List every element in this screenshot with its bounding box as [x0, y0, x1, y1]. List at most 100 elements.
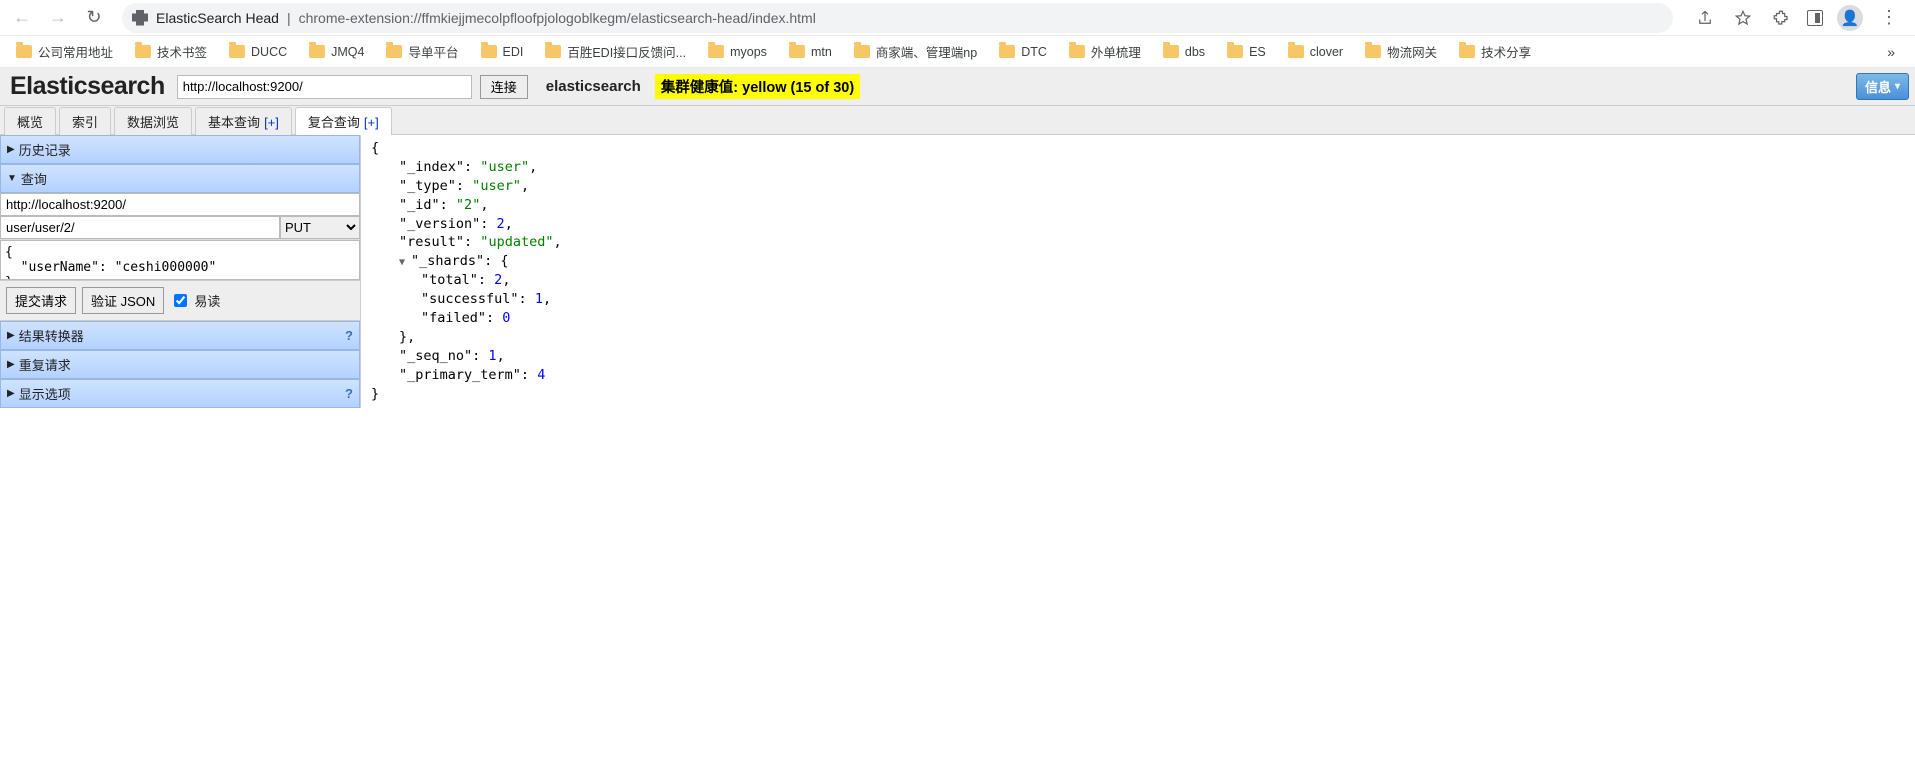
- result-primary-term: 4: [537, 367, 545, 383]
- folder-icon: [135, 45, 151, 58]
- repeat-request-head[interactable]: ▶ 重复请求: [0, 350, 360, 379]
- cluster-health: 集群健康值: yellow (15 of 30): [655, 74, 860, 99]
- bookmark[interactable]: 外单梳理: [1063, 38, 1147, 65]
- bookmark-label: JMQ4: [331, 45, 364, 59]
- tab-plus-icon[interactable]: [+]: [264, 115, 279, 130]
- result-transformer-head[interactable]: ▶ 结果转换器 ?: [0, 321, 360, 350]
- validate-json-button[interactable]: 验证 JSON: [82, 287, 164, 314]
- bookmark-label: 技术分享: [1481, 42, 1531, 61]
- bookmark-label: EDI: [503, 45, 524, 59]
- info-button-label: 信息: [1865, 77, 1891, 96]
- help-icon[interactable]: ?: [345, 386, 353, 401]
- more-bookmarks-icon[interactable]: »: [1877, 40, 1905, 64]
- folder-icon: [386, 45, 402, 58]
- result-version: 2: [497, 216, 505, 232]
- bookmark[interactable]: DUCC: [223, 41, 293, 63]
- bookmark[interactable]: 物流网关: [1359, 38, 1443, 65]
- folder-icon: [1069, 45, 1085, 58]
- bookmark[interactable]: myops: [702, 41, 773, 63]
- forward-icon[interactable]: →: [44, 4, 72, 32]
- bookmark-label: 物流网关: [1387, 42, 1437, 61]
- tab-label: 基本查询: [208, 115, 260, 130]
- bookmark[interactable]: JMQ4: [303, 41, 370, 63]
- result-result: updated: [488, 234, 545, 250]
- reload-icon[interactable]: ↻: [80, 4, 108, 32]
- es-tabs: 概览 索引 数据浏览 基本查询 [+] 复合查询[+]: [0, 106, 1915, 135]
- bookmark-label: 导单平台: [408, 42, 458, 61]
- bookmark-label: clover: [1310, 45, 1343, 59]
- pretty-label-text: 易读: [194, 291, 220, 310]
- http-method-select[interactable]: PUT: [280, 216, 360, 239]
- bookmark-label: 百胜EDI接口反馈问...: [567, 42, 686, 61]
- omnibox-url: chrome-extension://ffmkiejjmecolpfloofpj…: [299, 10, 816, 26]
- tab-compound-query[interactable]: 复合查询[+]: [295, 107, 392, 135]
- result-shards-successful: 1: [535, 291, 543, 307]
- omnibox-sep: |: [287, 10, 291, 26]
- section-label: 查询: [21, 169, 47, 188]
- collapsed-triangle-icon: ▶: [7, 359, 15, 370]
- pretty-checkbox-label[interactable]: 易读: [170, 291, 220, 310]
- bookmark[interactable]: 商家端、管理端np: [848, 38, 983, 65]
- history-section-head[interactable]: ▶ 历史记录: [0, 135, 360, 164]
- bookmark[interactable]: 导单平台: [380, 38, 464, 65]
- bookmark[interactable]: 技术书签: [129, 38, 213, 65]
- kebab-menu-icon[interactable]: ⋮: [1877, 6, 1901, 30]
- extensions-icon[interactable]: [1769, 6, 1793, 30]
- result-index: user: [488, 159, 521, 175]
- info-button[interactable]: 信息 ▾: [1856, 73, 1909, 100]
- result-type: user: [480, 178, 513, 194]
- folder-icon: [708, 45, 724, 58]
- bookmark-label: mtn: [811, 45, 832, 59]
- omnibox[interactable]: ElasticSearch Head | chrome-extension://…: [122, 3, 1673, 33]
- es-url-input[interactable]: [177, 75, 472, 99]
- bookmark-label: dbs: [1185, 45, 1205, 59]
- bookmark[interactable]: mtn: [783, 41, 838, 63]
- result-shards-failed: 0: [502, 310, 510, 326]
- avatar[interactable]: 👤: [1837, 5, 1863, 31]
- pretty-checkbox[interactable]: [174, 294, 187, 307]
- bookmark[interactable]: 技术分享: [1453, 38, 1537, 65]
- bookmark-label: 商家端、管理端np: [876, 42, 977, 61]
- folder-icon: [1288, 45, 1304, 58]
- help-icon[interactable]: ?: [345, 328, 353, 343]
- connect-button[interactable]: 连接: [480, 75, 528, 99]
- section-label: 显示选项: [19, 384, 71, 403]
- bookmark[interactable]: DTC: [993, 41, 1053, 63]
- back-icon[interactable]: ←: [8, 4, 36, 32]
- extension-icon: [132, 10, 148, 26]
- folder-icon: [16, 45, 32, 58]
- main-layout: ▶ 历史记录 ▼ 查询 PUT { "userName": "ceshi0000…: [0, 135, 1915, 408]
- bookmark[interactable]: ES: [1221, 41, 1272, 63]
- folder-icon: [789, 45, 805, 58]
- folder-icon: [545, 45, 561, 58]
- result-id: 2: [464, 197, 472, 213]
- bookmark-label: 公司常用地址: [38, 42, 113, 61]
- omnibox-title: ElasticSearch Head: [156, 10, 279, 26]
- display-options-head[interactable]: ▶ 显示选项 ?: [0, 379, 360, 408]
- folder-icon: [1227, 45, 1243, 58]
- submit-button[interactable]: 提交请求: [6, 287, 76, 314]
- path-method-row: PUT: [0, 216, 360, 240]
- query-url-input[interactable]: [0, 193, 360, 216]
- folder-icon: [1459, 45, 1475, 58]
- tab-plus-icon[interactable]: [+]: [364, 115, 379, 130]
- tab-overview[interactable]: 概览: [4, 107, 56, 135]
- request-body-textarea[interactable]: { "userName": "ceshi000000" }: [0, 240, 360, 280]
- tab-basic-query[interactable]: 基本查询 [+]: [195, 107, 292, 135]
- tab-browse[interactable]: 数据浏览: [114, 107, 192, 135]
- star-icon[interactable]: [1731, 6, 1755, 30]
- bookmark[interactable]: 百胜EDI接口反馈问...: [539, 38, 692, 65]
- query-path-input[interactable]: [0, 216, 280, 239]
- collapse-triangle-icon[interactable]: ▼: [399, 256, 411, 270]
- bookmark[interactable]: dbs: [1157, 41, 1211, 63]
- sidebar: ▶ 历史记录 ▼ 查询 PUT { "userName": "ceshi0000…: [0, 135, 361, 408]
- bookmarks-bar: 公司常用地址 技术书签 DUCC JMQ4 导单平台 EDI 百胜EDI接口反馈…: [0, 36, 1915, 68]
- panel-icon[interactable]: [1807, 10, 1823, 26]
- bookmark-label: DTC: [1021, 45, 1047, 59]
- tab-indices[interactable]: 索引: [59, 107, 111, 135]
- bookmark[interactable]: clover: [1282, 41, 1349, 63]
- query-section-head[interactable]: ▼ 查询: [0, 164, 360, 193]
- bookmark[interactable]: 公司常用地址: [10, 38, 119, 65]
- bookmark[interactable]: EDI: [475, 41, 530, 63]
- share-icon[interactable]: [1693, 6, 1717, 30]
